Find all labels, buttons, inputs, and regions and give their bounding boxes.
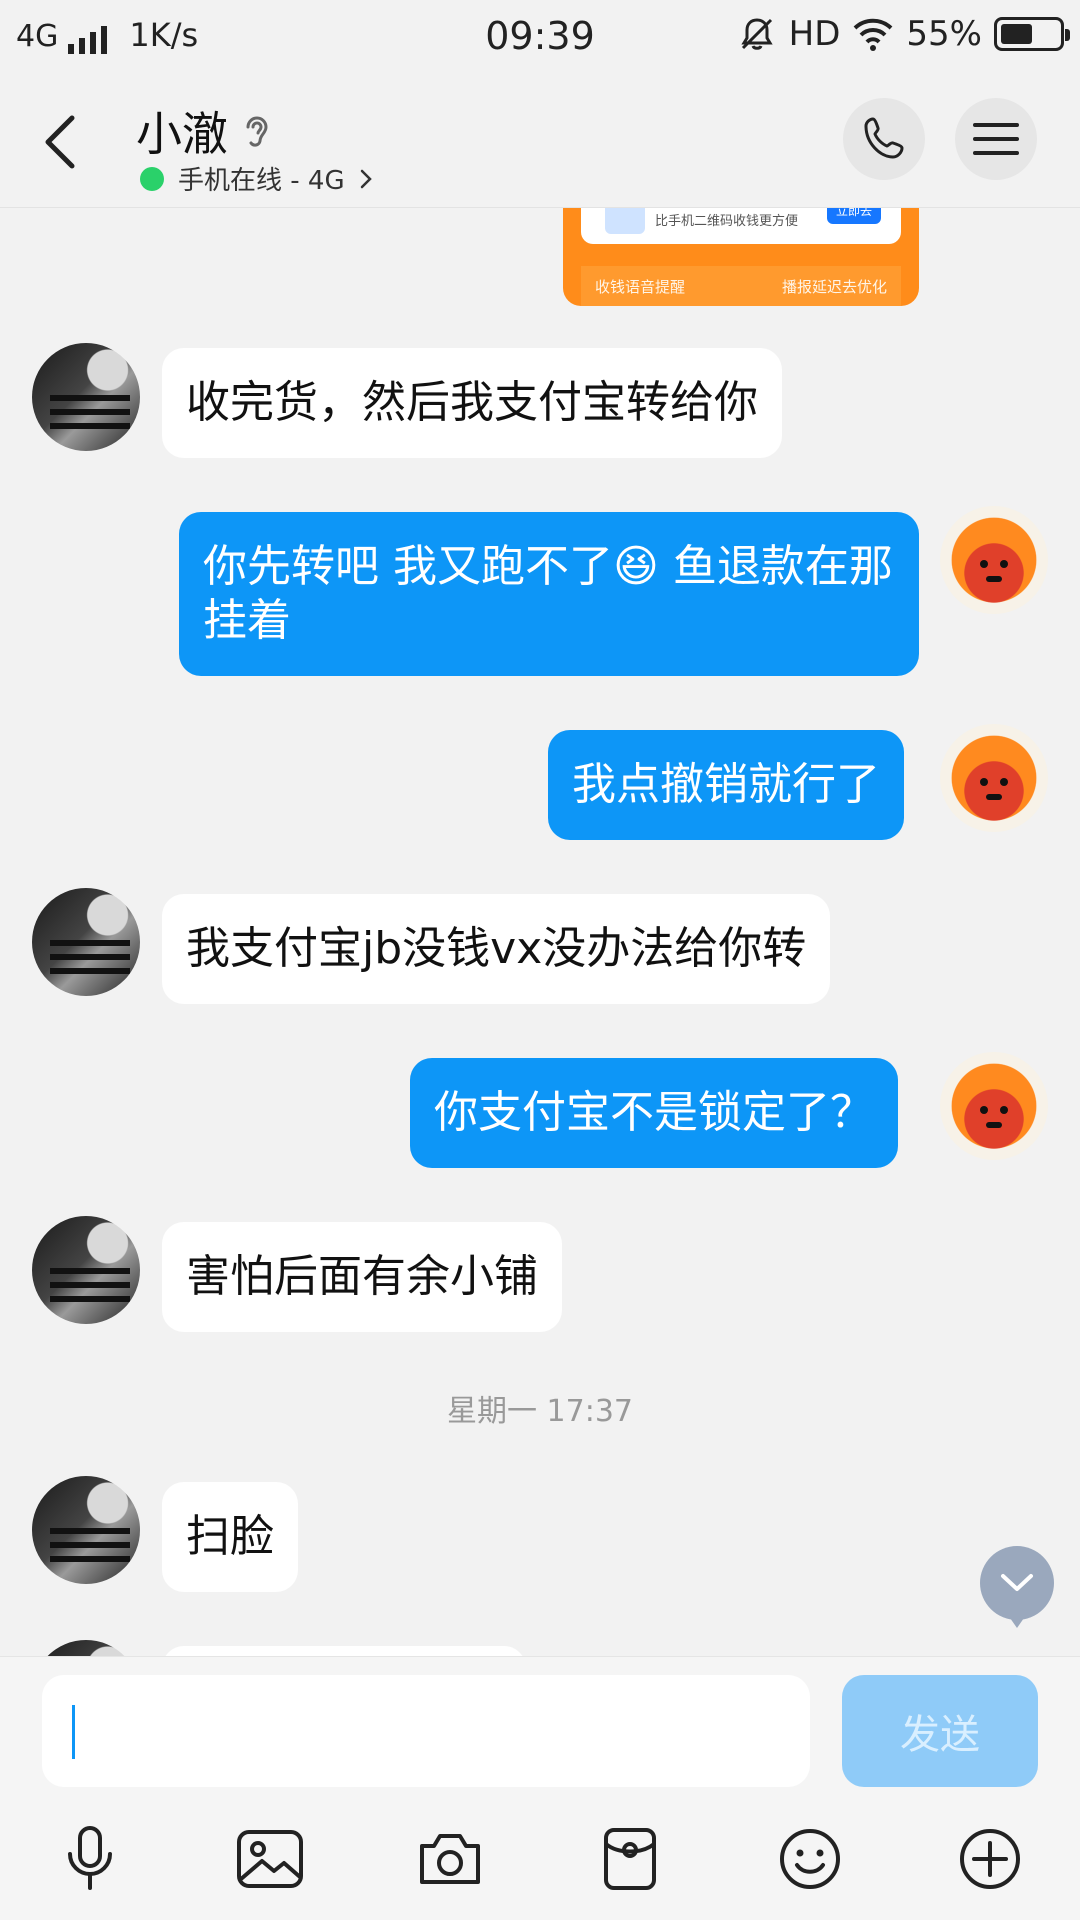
- promo-strip-left: 收钱语音提醒: [595, 277, 686, 296]
- my-avatar[interactable]: [940, 1052, 1048, 1160]
- status-icons: HD 55%: [737, 14, 1070, 54]
- online-status-text: 手机在线 - 4G: [178, 166, 345, 196]
- camera-button[interactable]: [404, 1813, 496, 1905]
- scroll-to-bottom-button[interactable]: [980, 1546, 1054, 1628]
- message-bubble-sent[interactable]: 我点撤销就行了: [548, 730, 904, 840]
- ear-icon: [246, 116, 268, 147]
- message-text: 害怕后面有余小铺: [186, 1251, 538, 1302]
- contact-avatar[interactable]: [32, 888, 140, 996]
- voice-call-button[interactable]: [843, 98, 925, 180]
- promo-card-body: 比手机二维码收钱更方便 立即去: [581, 208, 901, 244]
- online-dot-icon: [140, 166, 164, 191]
- message-text: 你先转吧 我又跑不了: [203, 541, 613, 592]
- chevron-down-icon: [1001, 1574, 1033, 1591]
- online-status[interactable]: 手机在线 - 4G: [140, 160, 373, 197]
- camera-icon: [420, 1834, 480, 1884]
- chat-screen: 4G 1K/s 09:39 HD 55% 小澈 手机在线 - 4G 比手机二维码…: [0, 0, 1080, 1920]
- message-list[interactable]: 比手机二维码收钱更方便 立即去 收钱语音提醒 播报延迟去优化 收完货，然后我支付…: [0, 208, 1080, 1656]
- back-button[interactable]: [34, 104, 86, 180]
- contact-name-text: 小澈: [136, 107, 228, 161]
- contact-avatar[interactable]: [32, 1216, 140, 1324]
- voice-input-button[interactable]: [44, 1813, 136, 1905]
- message-text: 扫脸: [186, 1511, 274, 1562]
- battery-fill: [1001, 24, 1032, 44]
- avatar-mouth: [986, 794, 1002, 800]
- phone-image-icon: [605, 208, 645, 234]
- contact-avatar[interactable]: [32, 1476, 140, 1584]
- message-text: 我点撤销就行了: [572, 759, 880, 810]
- microphone-icon: [68, 1826, 112, 1890]
- avatar-eye: [980, 560, 988, 568]
- promo-card-text: 比手机二维码收钱更方便: [655, 214, 799, 229]
- emoji-icon: [780, 1829, 840, 1889]
- avatar-mouth: [986, 1122, 1002, 1128]
- payment-promo-card[interactable]: 比手机二维码收钱更方便 立即去 收钱语音提醒 播报延迟去优化: [563, 208, 919, 306]
- message-text: 我支付宝jb没钱vx没办法给你转: [186, 923, 807, 974]
- menu-button[interactable]: [955, 98, 1037, 180]
- text-caret: [72, 1705, 75, 1759]
- input-area: 发送: [0, 1656, 1080, 1920]
- message-text: 你支付宝不是锁定了？: [434, 1087, 874, 1138]
- plus-icon: [960, 1829, 1020, 1889]
- message-bubble-sent[interactable]: 你支付宝不是锁定了？: [410, 1058, 898, 1168]
- message-bubble-received[interactable]: 我支付宝jb没钱vx没办法给你转: [162, 894, 831, 1004]
- my-avatar[interactable]: [940, 506, 1048, 614]
- message-text: 收完货，然后我支付宝转给你: [186, 377, 758, 428]
- status-bar: 4G 1K/s 09:39 HD 55%: [0, 0, 1080, 76]
- red-packet-button[interactable]: [584, 1813, 676, 1905]
- battery-icon: [994, 17, 1070, 51]
- message-bubble-sent[interactable]: 你先转吧 我又跑不了😆 鱼退款在那挂着: [179, 512, 919, 676]
- message-timestamp: 星期一 17:37: [447, 1394, 633, 1429]
- contact-name[interactable]: 小澈: [136, 98, 272, 164]
- phone-icon: [864, 117, 904, 159]
- my-avatar[interactable]: [940, 724, 1048, 832]
- mute-bell-icon: [741, 18, 773, 50]
- message-bubble-received[interactable]: 扫脸: [162, 1482, 298, 1592]
- chevron-right-icon: [360, 169, 372, 188]
- promo-card-button[interactable]: 立即去: [827, 208, 881, 224]
- wifi-icon: [854, 18, 893, 51]
- message-bubble-received[interactable]: 收完货，然后我支付宝转给你: [162, 348, 782, 458]
- avatar-eye: [980, 778, 988, 786]
- message-bubble-received[interactable]: [162, 1646, 526, 1656]
- promo-card-footer: 收钱语音提醒 播报延迟去优化: [581, 266, 901, 306]
- red-packet-icon: [604, 1828, 656, 1890]
- hd-label: HD: [788, 14, 841, 54]
- avatar-mouth: [986, 576, 1002, 582]
- back-arrow-icon: [45, 115, 75, 169]
- send-button[interactable]: 发送: [842, 1675, 1038, 1787]
- chat-header: 小澈 手机在线 - 4G: [0, 76, 1080, 208]
- emoji-button[interactable]: [764, 1813, 856, 1905]
- avatar-eye: [1000, 778, 1008, 786]
- laughing-emoji-icon: 😆: [613, 541, 659, 592]
- avatar-eye: [1000, 1106, 1008, 1114]
- image-picker-button[interactable]: [224, 1813, 316, 1905]
- hamburger-menu-icon: [973, 123, 1019, 155]
- image-icon: [237, 1830, 303, 1888]
- message-bubble-received[interactable]: 害怕后面有余小铺: [162, 1222, 562, 1332]
- contact-avatar[interactable]: [32, 1640, 140, 1656]
- avatar-eye: [980, 1106, 988, 1114]
- more-options-button[interactable]: [944, 1813, 1036, 1905]
- avatar-eye: [1000, 560, 1008, 568]
- input-toolbar: [0, 1813, 1080, 1905]
- message-input[interactable]: [42, 1675, 810, 1787]
- battery-percent: 55%: [906, 14, 982, 54]
- promo-strip-right: 播报延迟去优化: [781, 277, 887, 296]
- contact-avatar[interactable]: [32, 343, 140, 451]
